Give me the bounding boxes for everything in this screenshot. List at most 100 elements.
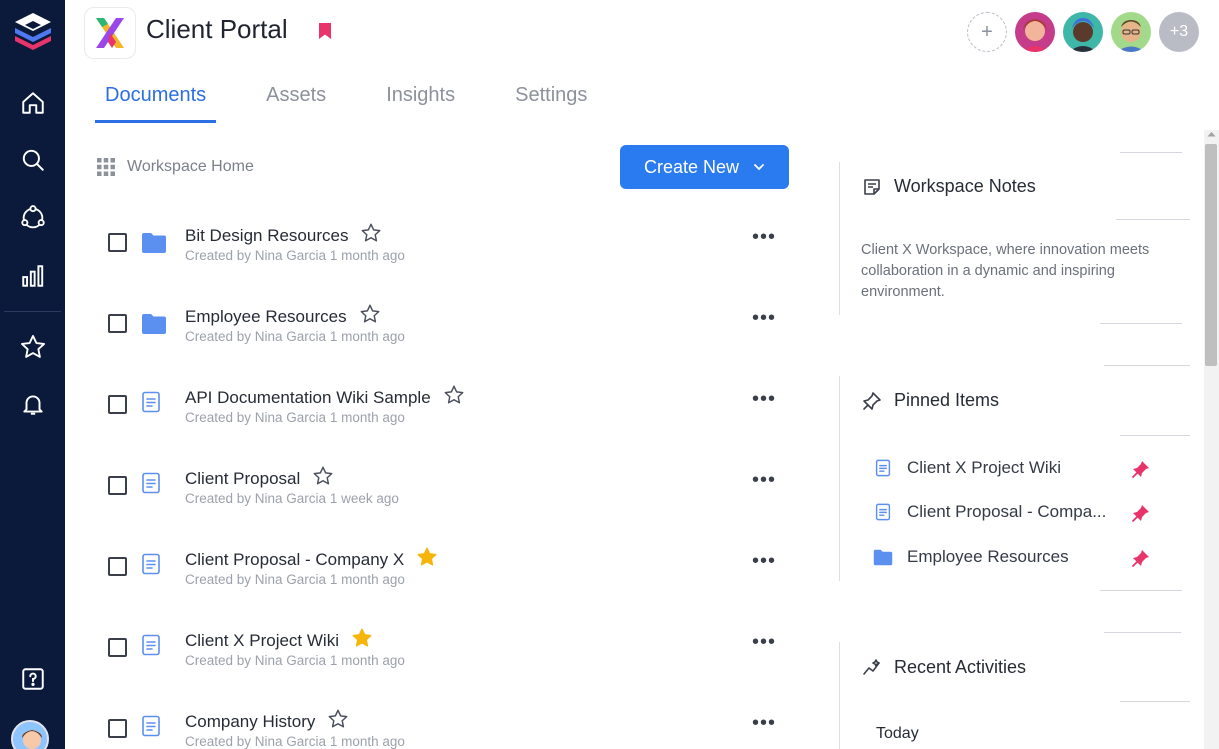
folder-icon: [141, 313, 167, 340]
pinned-item[interactable]: Client Proposal - Compa...: [873, 502, 1106, 522]
more-options-icon[interactable]: •••: [752, 713, 776, 733]
member-avatar[interactable]: [1063, 12, 1103, 52]
row-checkbox[interactable]: [108, 233, 127, 252]
workspace-logo: [84, 7, 136, 59]
pinned-item[interactable]: Client X Project Wiki: [873, 458, 1061, 478]
tab-insights[interactable]: Insights: [376, 84, 465, 123]
document-icon: [141, 553, 161, 580]
document-name[interactable]: Employee Resources: [185, 303, 381, 330]
star-icon[interactable]: [443, 384, 465, 411]
pinned-items-header: Pinned Items: [862, 390, 999, 411]
favorites-icon[interactable]: [0, 325, 65, 369]
app-logo-icon[interactable]: [0, 9, 65, 53]
unpin-icon[interactable]: [1131, 548, 1151, 573]
document-name-label: Employee Resources: [185, 306, 347, 326]
star-icon[interactable]: [416, 546, 438, 573]
activity-icon: [863, 658, 880, 675]
document-name-label: Company History: [185, 711, 316, 731]
document-name-label: API Documentation Wiki Sample: [185, 387, 431, 407]
row-checkbox[interactable]: [108, 395, 127, 414]
member-avatar[interactable]: [1111, 12, 1151, 52]
unpin-icon[interactable]: [1131, 503, 1151, 528]
unpin-icon[interactable]: [1131, 459, 1151, 484]
more-options-icon[interactable]: •••: [752, 308, 776, 328]
row-checkbox[interactable]: [108, 638, 127, 657]
star-icon[interactable]: [312, 465, 334, 492]
star-icon[interactable]: [360, 222, 382, 249]
document-meta: Created by Nina Garcia 1 week ago: [185, 491, 399, 506]
panel-divider: [839, 642, 840, 749]
document-name-label: Client Proposal - Company X: [185, 549, 405, 569]
document-meta: Created by Nina Garcia 1 month ago: [185, 248, 405, 263]
star-icon[interactable]: [359, 303, 381, 330]
document-list: Bit Design Resources Created by Nina Gar…: [95, 202, 795, 749]
help-icon[interactable]: [0, 657, 65, 701]
row-checkbox[interactable]: [108, 719, 127, 738]
document-name[interactable]: Company History: [185, 708, 349, 735]
grid-icon: [97, 158, 115, 176]
more-options-icon[interactable]: •••: [752, 227, 776, 247]
page-title: Client Portal: [146, 14, 288, 44]
document-meta: Created by Nina Garcia 1 month ago: [185, 572, 405, 587]
panel-divider: [839, 162, 840, 315]
document-icon: [873, 459, 893, 477]
document-row[interactable]: Employee Resources Created by Nina Garci…: [95, 283, 795, 364]
row-checkbox[interactable]: [108, 476, 127, 495]
tab-assets[interactable]: Assets: [256, 84, 336, 123]
divider: [1104, 632, 1181, 633]
document-meta: Created by Nina Garcia 1 month ago: [185, 329, 405, 344]
more-options-icon[interactable]: •••: [752, 551, 776, 571]
more-options-icon[interactable]: •••: [752, 389, 776, 409]
search-icon[interactable]: [0, 138, 65, 182]
more-options-icon[interactable]: •••: [752, 632, 776, 652]
scroll-up-icon[interactable]: [1207, 131, 1216, 137]
document-icon: [873, 503, 893, 521]
bookmark-icon[interactable]: [318, 22, 332, 45]
divider: [1120, 701, 1190, 702]
document-name[interactable]: API Documentation Wiki Sample: [185, 384, 465, 411]
document-row[interactable]: Client Proposal - Company X Created by N…: [95, 526, 795, 607]
pinned-item-label: Client X Project Wiki: [907, 458, 1061, 477]
pinned-item[interactable]: Employee Resources: [873, 547, 1069, 567]
workspace-notes-title: Workspace Notes: [894, 176, 1036, 196]
breadcrumb[interactable]: Workspace Home: [97, 158, 254, 176]
document-meta: Created by Nina Garcia 1 month ago: [185, 734, 405, 749]
extra-members-count[interactable]: +3: [1159, 12, 1199, 52]
folder-icon: [141, 232, 167, 259]
star-icon[interactable]: [327, 708, 349, 735]
tab-settings[interactable]: Settings: [505, 84, 597, 123]
rail-divider: [4, 311, 61, 312]
notes-icon: [864, 178, 880, 195]
member-avatar[interactable]: [1015, 12, 1055, 52]
document-row[interactable]: Client X Project Wiki Created by Nina Ga…: [95, 607, 795, 688]
document-row[interactable]: Company History Created by Nina Garcia 1…: [95, 688, 795, 749]
document-row[interactable]: API Documentation Wiki Sample Created by…: [95, 364, 795, 445]
team-icon[interactable]: [0, 196, 65, 240]
document-name[interactable]: Bit Design Resources: [185, 222, 382, 249]
home-icon[interactable]: [0, 81, 65, 125]
app-window: Client Portal + +3 Documents Assets Insi…: [0, 0, 1219, 749]
document-name[interactable]: Client X Project Wiki: [185, 627, 373, 654]
document-row[interactable]: Bit Design Resources Created by Nina Gar…: [95, 202, 795, 283]
document-name[interactable]: Client Proposal - Company X: [185, 546, 438, 573]
member-avatars: + +3: [967, 12, 1199, 52]
tab-documents[interactable]: Documents: [95, 84, 217, 123]
create-new-button[interactable]: Create New: [620, 145, 789, 189]
more-options-icon[interactable]: •••: [752, 470, 776, 490]
row-checkbox[interactable]: [108, 557, 127, 576]
add-member-button[interactable]: +: [967, 12, 1007, 52]
user-avatar[interactable]: [11, 720, 49, 749]
notifications-icon[interactable]: [0, 382, 65, 426]
divider: [1100, 590, 1182, 591]
document-name[interactable]: Client Proposal: [185, 465, 334, 492]
analytics-icon[interactable]: [0, 254, 65, 298]
recent-activities-header: Recent Activities: [862, 657, 1026, 678]
divider: [1104, 365, 1190, 366]
document-name-label: Bit Design Resources: [185, 225, 349, 245]
document-row[interactable]: Client Proposal Created by Nina Garcia 1…: [95, 445, 795, 526]
divider: [1120, 152, 1182, 153]
row-checkbox[interactable]: [108, 314, 127, 333]
star-icon[interactable]: [351, 627, 373, 654]
scrollbar-thumb[interactable]: [1205, 144, 1217, 366]
divider: [1120, 435, 1190, 436]
